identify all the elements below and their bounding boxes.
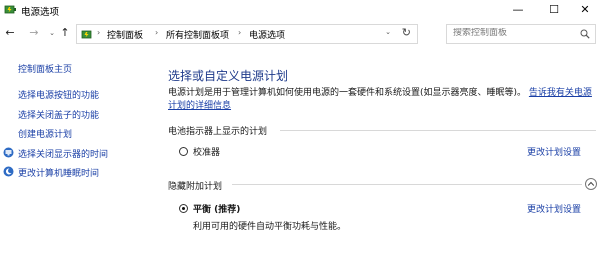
change-plan-settings-link[interactable]: 更改计划设置 — [527, 202, 581, 215]
address-bar[interactable]: › 控制面板 › 所有控制面板项 › 电源选项 ⌄ ↻ — [76, 24, 418, 44]
forward-button[interactable]: → — [27, 26, 41, 40]
recent-locations-chevron-icon[interactable]: ⌄ — [45, 26, 59, 40]
change-plan-settings-link[interactable]: 更改计划设置 — [527, 145, 581, 158]
sidebar-link-display-off[interactable]: 选择关闭显示器的时间 — [18, 147, 108, 160]
hidden-plans-heading[interactable]: 隐藏附加计划 — [168, 179, 222, 192]
sidebar-link-create-plan[interactable]: 创建电源计划 — [18, 127, 72, 140]
breadcrumb-all-items[interactable]: 所有控制面板项 — [166, 28, 229, 41]
section-divider — [232, 184, 582, 185]
sidebar-home-link[interactable]: 控制面板主页 — [18, 62, 72, 75]
up-button[interactable]: ↑ — [58, 26, 72, 40]
plan-radio-calibrator[interactable] — [179, 147, 188, 156]
page-description: 电源计划是用于管理计算机如何使用电源的一套硬件和系统设置(如显示器亮度、睡眠等)… — [168, 87, 593, 113]
power-options-icon — [4, 5, 16, 14]
refresh-icon[interactable]: ↻ — [402, 26, 411, 39]
collapse-button[interactable] — [585, 178, 597, 190]
sidebar-link-sleep[interactable]: 更改计算机睡眠时间 — [18, 166, 99, 179]
page-title: 选择或自定义电源计划 — [168, 69, 289, 83]
chevron-up-icon — [587, 181, 595, 186]
plan-radio-balanced[interactable] — [179, 204, 188, 213]
sidebar-link-lid-close[interactable]: 选择关闭盖子的功能 — [18, 108, 99, 121]
plan-name-calibrator[interactable]: 校准器 — [193, 145, 220, 158]
plan-description-balanced: 利用可用的硬件自动平衡功耗与性能。 — [193, 222, 347, 232]
breadcrumb-separator-icon: › — [238, 28, 242, 37]
breadcrumb-separator-icon: › — [97, 28, 101, 37]
plan-name-balanced[interactable]: 平衡 (推荐) — [193, 202, 240, 215]
sidebar-link-power-button[interactable]: 选择电源按钮的功能 — [18, 88, 99, 101]
back-button[interactable]: ← — [3, 26, 17, 40]
close-button[interactable]: ✕ — [567, 0, 600, 20]
control-panel-icon — [81, 30, 92, 39]
breadcrumb-power-options[interactable]: 电源选项 — [249, 28, 285, 41]
search-box[interactable] — [446, 24, 596, 44]
minimize-button[interactable]: — — [500, 0, 536, 20]
search-input[interactable] — [453, 28, 573, 38]
description-text: 电源计划是用于管理计算机如何使用电源的一套硬件和系统设置(如显示器亮度、睡眠等)… — [168, 88, 527, 98]
search-icon[interactable] — [580, 29, 590, 39]
navigation-bar: ← → ⌄ ↑ › 控制面板 › 所有控制面板项 › 电源选项 ⌄ ↻ — [0, 20, 600, 48]
title-bar: 电源选项 — ☐ ✕ — [0, 0, 600, 20]
monitor-icon — [3, 147, 14, 158]
breadcrumb-control-panel[interactable]: 控制面板 — [107, 28, 143, 41]
moon-icon — [3, 166, 14, 177]
window-title: 电源选项 — [21, 7, 60, 18]
battery-plans-heading: 电池指示器上显示的计划 — [168, 127, 268, 137]
section-divider — [280, 130, 596, 131]
breadcrumb-separator-icon: › — [155, 28, 159, 37]
address-dropdown-chevron-icon[interactable]: ⌄ — [385, 28, 391, 36]
